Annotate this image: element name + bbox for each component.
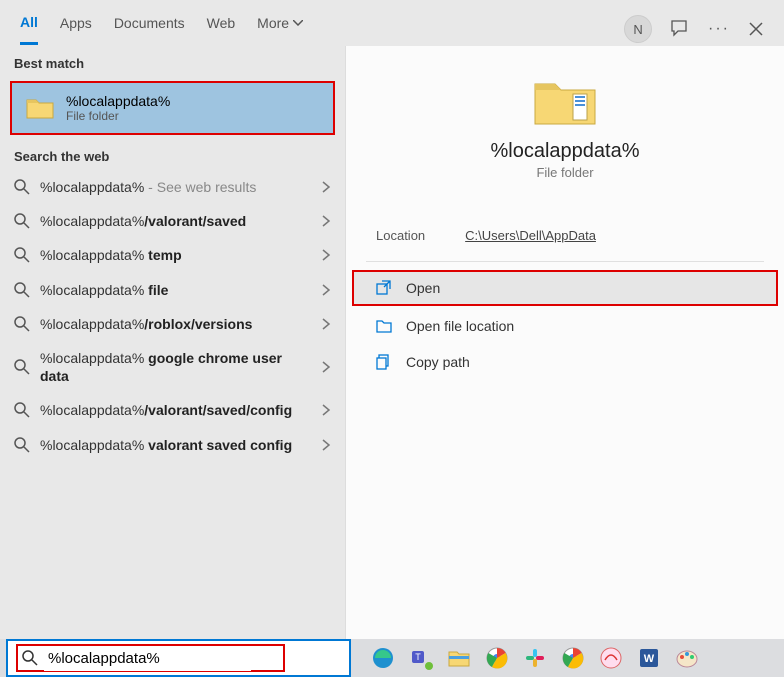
- action-open-label: Open: [406, 280, 440, 296]
- taskbar-edge-icon[interactable]: [369, 644, 397, 672]
- chevron-right-icon: [321, 403, 331, 417]
- web-result-text: %localappdata%/roblox/versions: [40, 315, 311, 333]
- tab-web[interactable]: Web: [207, 15, 236, 43]
- search-icon: [14, 402, 30, 418]
- taskbar-app-icon[interactable]: [597, 644, 625, 672]
- taskbar-paint-icon[interactable]: [673, 644, 701, 672]
- web-result-item[interactable]: %localappdata% file: [0, 273, 345, 307]
- action-open-location-label: Open file location: [406, 318, 514, 334]
- chevron-down-icon: [293, 20, 303, 26]
- web-result-item[interactable]: %localappdata% - See web results: [0, 170, 345, 204]
- web-result-item[interactable]: %localappdata% google chrome user data: [0, 341, 345, 393]
- action-open[interactable]: Open: [352, 270, 778, 306]
- web-result-text: %localappdata% - See web results: [40, 178, 311, 196]
- tab-all[interactable]: All: [20, 14, 38, 45]
- web-result-text: %localappdata%/valorant/saved/config: [40, 401, 311, 419]
- divider: [366, 261, 764, 262]
- taskbar-chrome2-icon[interactable]: [559, 644, 587, 672]
- chevron-right-icon: [321, 214, 331, 228]
- web-result-item[interactable]: %localappdata%/roblox/versions: [0, 307, 345, 341]
- web-result-text: %localappdata%/valorant/saved: [40, 212, 311, 230]
- action-copy-path[interactable]: Copy path: [346, 344, 784, 380]
- tab-more-label: More: [257, 15, 289, 31]
- action-copy-path-label: Copy path: [406, 354, 470, 370]
- taskbar-slack-icon[interactable]: [521, 644, 549, 672]
- copy-icon: [376, 354, 392, 370]
- web-result-item[interactable]: %localappdata%/valorant/saved: [0, 204, 345, 238]
- search-icon: [14, 437, 30, 453]
- folder-icon: [26, 96, 54, 120]
- best-match-subtitle: File folder: [66, 109, 170, 123]
- search-icon: [14, 179, 30, 195]
- taskbar-word-icon[interactable]: W: [635, 644, 663, 672]
- close-icon[interactable]: [748, 21, 764, 37]
- location-path[interactable]: C:\Users\Dell\AppData: [465, 228, 596, 243]
- search-icon: [14, 213, 30, 229]
- preview-panel: %localappdata% File folder Location C:\U…: [345, 46, 784, 639]
- web-result-item[interactable]: %localappdata% temp: [0, 238, 345, 272]
- tab-bar: All Apps Documents Web More N ···: [0, 0, 784, 46]
- tab-documents[interactable]: Documents: [114, 15, 185, 43]
- svg-text:W: W: [644, 653, 655, 665]
- search-web-heading: Search the web: [0, 139, 345, 170]
- best-match-heading: Best match: [0, 46, 345, 77]
- folder-icon: [533, 76, 597, 128]
- open-icon: [376, 280, 392, 296]
- search-icon: [14, 316, 30, 332]
- web-result-text: %localappdata% valorant saved config: [40, 436, 311, 454]
- avatar[interactable]: N: [624, 15, 652, 43]
- chevron-right-icon: [321, 180, 331, 194]
- action-open-location[interactable]: Open file location: [346, 308, 784, 344]
- search-input[interactable]: [44, 646, 251, 671]
- search-icon: [14, 359, 30, 375]
- feedback-icon[interactable]: [670, 19, 690, 39]
- results-panel: Best match %localappdata% File folder Se…: [0, 46, 345, 639]
- best-match-title: %localappdata%: [66, 93, 170, 109]
- preview-subtitle: File folder: [346, 165, 784, 180]
- chevron-right-icon: [321, 438, 331, 452]
- chevron-right-icon: [321, 317, 331, 331]
- best-match-item[interactable]: %localappdata% File folder: [10, 81, 335, 135]
- taskbar-teams-icon[interactable]: T: [407, 644, 435, 672]
- search-icon: [14, 282, 30, 298]
- chevron-right-icon: [321, 360, 331, 374]
- chevron-right-icon: [321, 248, 331, 262]
- location-label: Location: [376, 228, 425, 243]
- chevron-right-icon: [321, 283, 331, 297]
- tab-apps[interactable]: Apps: [60, 15, 92, 43]
- search-icon: [22, 650, 38, 666]
- web-result-text: %localappdata% temp: [40, 246, 311, 264]
- web-result-item[interactable]: %localappdata%/valorant/saved/config: [0, 393, 345, 427]
- tab-more[interactable]: More: [257, 15, 303, 43]
- web-result-text: %localappdata% file: [40, 281, 311, 299]
- search-icon: [14, 247, 30, 263]
- folder-open-icon: [376, 318, 392, 334]
- web-result-text: %localappdata% google chrome user data: [40, 349, 311, 385]
- taskbar-chrome-icon[interactable]: [483, 644, 511, 672]
- search-bar[interactable]: [6, 639, 351, 677]
- svg-text:T: T: [415, 652, 421, 662]
- preview-title: %localappdata%: [346, 140, 784, 163]
- more-options-icon[interactable]: ···: [708, 20, 730, 38]
- taskbar: T W: [0, 639, 784, 677]
- taskbar-explorer-icon[interactable]: [445, 644, 473, 672]
- web-result-item[interactable]: %localappdata% valorant saved config: [0, 428, 345, 462]
